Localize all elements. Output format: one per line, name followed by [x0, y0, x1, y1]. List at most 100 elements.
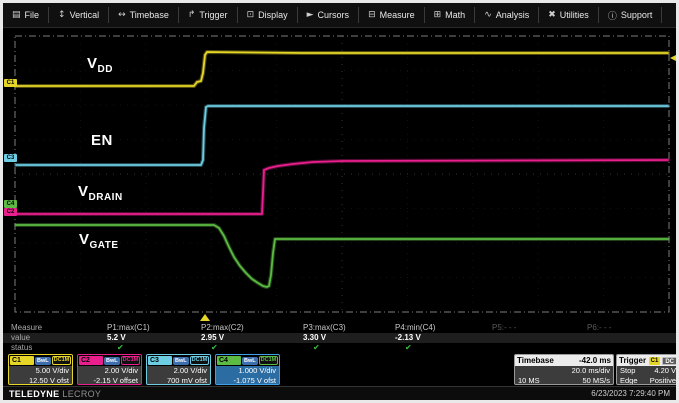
- status-bar: TELEDYNE LECROY 6/23/2023 7:29:40 PM: [3, 386, 676, 400]
- measure-status-row: status ✔ ✔ ✔ ✔: [3, 343, 676, 353]
- measure-p4-value: -2.13 V: [395, 333, 421, 342]
- menu-trigger-label: Trigger: [199, 10, 227, 20]
- measure-p3-value: 3.30 V: [303, 333, 326, 342]
- p2-status-check: ✔: [211, 343, 218, 352]
- c1-offset: 12.50 V ofst: [9, 376, 72, 385]
- menu-file-label: File: [25, 10, 40, 20]
- trigger-level-marker[interactable]: [670, 54, 678, 62]
- c1-vdiv: 5.00 V/div: [9, 366, 72, 376]
- label-en: EN: [91, 132, 113, 152]
- c1-id: C1: [10, 356, 34, 365]
- c4-coupling-badge: DC1M: [259, 356, 279, 365]
- trigger-position-marker[interactable]: [200, 314, 210, 321]
- channel-box-c2[interactable]: C2 BwLDC1M 2.00 V/div -2.15 V offset: [77, 354, 142, 385]
- descriptor-row: C1 BwLDC1M 5.00 V/div 12.50 V ofst C2 Bw…: [3, 354, 676, 385]
- menu-vertical-label: Vertical: [70, 10, 100, 20]
- c1-coupling-badge: DC1M: [52, 356, 72, 365]
- menu-measure-label: Measure: [380, 10, 415, 20]
- trigger-box[interactable]: Trigger C1 DC Stop 4.20 V Edge Positive: [616, 354, 679, 385]
- measure-p1-value: 5.2 V: [107, 333, 126, 342]
- timebase-icon: ↔: [118, 10, 126, 20]
- p3-status-check: ✔: [313, 343, 320, 352]
- menu-cursors[interactable]: ►Cursors: [298, 7, 359, 23]
- trace-c1-vdd: [16, 52, 668, 86]
- display-icon: ⊡: [247, 10, 255, 20]
- c2-id: C2: [79, 356, 103, 365]
- menu-trigger[interactable]: ↱Trigger: [179, 7, 238, 23]
- measure-p4-header[interactable]: P4:min(C4): [395, 323, 435, 332]
- channel-marker-c1[interactable]: C1: [4, 79, 17, 87]
- trigger-slope: Positive: [650, 376, 676, 385]
- trigger-source-badge: C1: [649, 357, 661, 365]
- timebase-rate: 50 MS/s: [582, 376, 610, 385]
- menu-analysis[interactable]: ∿Analysis: [475, 7, 539, 23]
- menu-utilities[interactable]: ✖ Utilities: [539, 7, 599, 23]
- trace-c1-vdd: [16, 52, 668, 86]
- timebase-box[interactable]: Timebase -42.0 ms 20.0 ms/div 10 MS 50 MS/…: [514, 354, 614, 385]
- c3-coupling-badge: DC1M: [190, 356, 210, 365]
- menu-display[interactable]: ⊡Display: [238, 7, 298, 23]
- measure-p1-header[interactable]: P1:max(C1): [107, 323, 150, 332]
- menu-timebase-label: Timebase: [130, 10, 169, 20]
- oscilloscope-screen: ▤File ↕Vertical ↔Timebase ↱Trigger ⊡Disp…: [0, 0, 679, 403]
- timebase-samples: 10 MS: [518, 376, 540, 385]
- c3-vdiv: 2.00 V/div: [147, 366, 210, 376]
- channel-marker-c2[interactable]: C2: [4, 208, 17, 216]
- menu-file[interactable]: ▤ File: [3, 7, 49, 23]
- c3-offset: 700 mV ofst: [147, 376, 210, 385]
- timebase-label: Timebase: [517, 356, 554, 365]
- c4-id: C4: [217, 356, 241, 365]
- channel-marker-c4[interactable]: C4: [4, 200, 17, 208]
- channel-box-c1[interactable]: C1 BwLDC1M 5.00 V/div 12.50 V ofst: [8, 354, 73, 385]
- channel-box-c4[interactable]: C4 BwLDC1M 1.000 V/div -1.075 V ofst: [215, 354, 280, 385]
- menu-cursors-label: Cursors: [318, 10, 350, 20]
- menu-timebase[interactable]: ↔ Timebase: [109, 7, 179, 23]
- file-icon: ▤: [12, 10, 21, 20]
- status-row-label: status: [11, 343, 32, 352]
- trigger-label: Trigger: [619, 356, 646, 365]
- menu-support-label: Support: [621, 10, 653, 20]
- utilities-icon: ✖: [548, 10, 556, 20]
- brand-lecroy: LECROY: [62, 389, 101, 399]
- label-vdd: VDD: [87, 55, 113, 75]
- value-row-label: value: [11, 333, 30, 342]
- channel-box-c3[interactable]: C3 BwLDC1M 2.00 V/div 700 mV ofst: [146, 354, 211, 385]
- measure-header-row: Measure P1:max(C1) P2:max(C2) P3:max(C3)…: [3, 323, 676, 333]
- label-vgate: VGATE: [79, 231, 119, 251]
- measure-p5-header[interactable]: P5:- - -: [492, 323, 516, 332]
- channel-marker-c3[interactable]: C3: [4, 154, 17, 162]
- trigger-mode: Stop: [620, 366, 635, 376]
- p4-status-check: ✔: [405, 343, 412, 352]
- menu-bar: ▤ File ↕Vertical ↔ Timebase ↱Trigger ⊡Disp…: [3, 3, 676, 28]
- menu-math[interactable]: ⊞Math: [425, 7, 476, 23]
- menu-support[interactable]: ⓘSupport: [599, 7, 663, 23]
- trigger-level: 4.20 V: [654, 366, 676, 376]
- trigger-coupling-badge: DC: [662, 357, 677, 365]
- menu-display-label: Display: [258, 10, 288, 20]
- measure-p6-header[interactable]: P6:- - -: [587, 323, 611, 332]
- measure-p2-value: 2.95 V: [201, 333, 224, 342]
- c2-offset: -2.15 V offset: [78, 376, 141, 385]
- trigger-type: Edge: [620, 376, 638, 385]
- datetime: 6/23/2023 7:29:40 PM: [591, 389, 670, 398]
- c2-coupling-badge: DC1M: [121, 356, 141, 365]
- timebase-scale: 20.0 ms/div: [572, 366, 610, 376]
- measure-p3-header[interactable]: P3:max(C3): [303, 323, 346, 332]
- measure-icon: ⊟: [368, 10, 376, 20]
- menu-measure[interactable]: ⊟ Measure: [359, 7, 425, 23]
- math-icon: ⊞: [434, 10, 442, 20]
- brand-teledyne: TELEDYNE: [9, 389, 59, 399]
- measure-table: Measure P1:max(C1) P2:max(C2) P3:max(C3)…: [3, 323, 676, 354]
- measure-p2-header[interactable]: P2:max(C2): [201, 323, 244, 332]
- c4-offset: -1.075 V ofst: [216, 376, 279, 385]
- trace-c3-en: [16, 106, 668, 165]
- trace-c3-en: [16, 106, 668, 165]
- menu-utilities-label: Utilities: [560, 10, 589, 20]
- c2-vdiv: 2.00 V/div: [78, 366, 141, 376]
- c3-id: C3: [148, 356, 172, 365]
- menu-vertical[interactable]: ↕Vertical: [49, 7, 109, 23]
- c3-bwl-badge: BwL: [173, 357, 189, 365]
- timebase-delay: -42.0 ms: [579, 356, 611, 365]
- c1-bwl-badge: BwL: [35, 357, 51, 365]
- trigger-icon: ↱: [188, 10, 196, 20]
